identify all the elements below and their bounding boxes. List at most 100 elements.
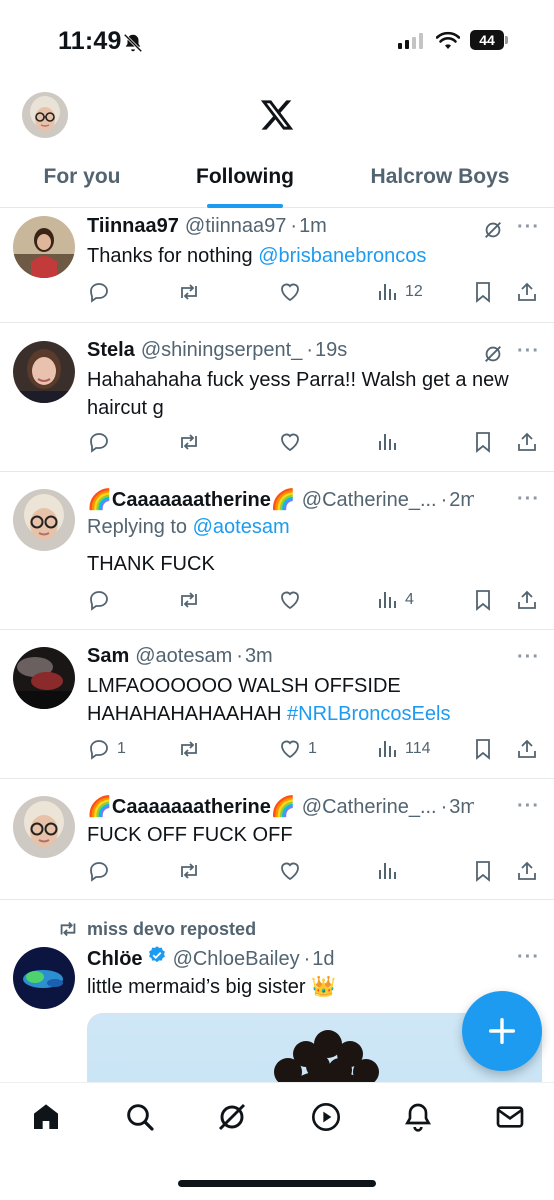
home-icon[interactable] xyxy=(30,1101,62,1133)
like-button[interactable] xyxy=(278,279,302,305)
views-button[interactable]: 114 xyxy=(375,736,431,762)
bookmark-button[interactable] xyxy=(471,429,495,455)
share-icon xyxy=(518,432,536,451)
bookmark-icon xyxy=(476,861,490,882)
reply-button[interactable] xyxy=(87,587,111,613)
display-name[interactable]: Stela xyxy=(87,339,135,362)
dot-separator: · xyxy=(290,215,298,237)
reply-button[interactable] xyxy=(87,429,111,455)
dot-separator: · xyxy=(303,948,311,970)
user-handle[interactable]: @Catherine_... xyxy=(302,489,437,512)
bookmark-button[interactable] xyxy=(471,279,495,305)
display-name[interactable]: 🌈Caaaaaaatherine🌈 xyxy=(87,487,296,512)
tweet-text: little mermaid’s big sister 👑 xyxy=(87,976,337,998)
mention-link[interactable]: @aotesam xyxy=(193,516,290,538)
avatar[interactable] xyxy=(13,341,75,403)
views-button[interactable] xyxy=(375,858,399,884)
tab-for-you[interactable]: For you xyxy=(0,154,164,208)
more-options-icon[interactable]: ··· xyxy=(517,946,540,969)
x-logo-icon[interactable] xyxy=(258,97,296,133)
user-handle[interactable]: @aotesam xyxy=(135,645,232,668)
display-name[interactable]: Sam xyxy=(87,645,129,668)
user-handle[interactable]: @ChloeBailey xyxy=(173,948,300,971)
tweet-item[interactable]: Tiinnaa97 @tiinnaa97 · 1m ··· Thanks for… xyxy=(0,208,554,323)
like-button[interactable]: 1 xyxy=(278,736,317,762)
avatar[interactable] xyxy=(13,216,75,278)
share-button[interactable] xyxy=(515,736,539,762)
like-button[interactable] xyxy=(278,429,302,455)
bookmark-button[interactable] xyxy=(471,736,495,762)
tab-label: Halcrow Boys xyxy=(370,165,510,188)
repost-label[interactable]: miss devo reposted xyxy=(87,919,256,940)
notifications-icon[interactable] xyxy=(402,1101,434,1133)
tweet-item[interactable]: 🌈Caaaaaaatherine🌈 @Catherine_... · 2m ··… xyxy=(0,472,554,630)
views-button[interactable]: 4 xyxy=(375,587,414,613)
share-button[interactable] xyxy=(515,858,539,884)
tab-halcrow-boys[interactable]: Halcrow Boys xyxy=(326,154,554,208)
tweet-item[interactable]: 🌈Caaaaaaatherine🌈 @Catherine_... · 3m ··… xyxy=(0,779,554,900)
tweet-text: THANK FUCK xyxy=(87,553,215,575)
bookmark-button[interactable] xyxy=(471,587,495,613)
more-options-icon[interactable]: ··· xyxy=(517,216,540,239)
repost-button[interactable] xyxy=(177,279,201,305)
home-indicator[interactable] xyxy=(178,1180,376,1187)
bookmark-icon xyxy=(476,432,490,453)
video-icon[interactable] xyxy=(310,1101,342,1133)
profile-avatar[interactable] xyxy=(22,92,68,138)
views-icon xyxy=(379,741,396,757)
dot-separator: · xyxy=(440,796,448,818)
repost-icon xyxy=(181,284,197,300)
share-button[interactable] xyxy=(515,279,539,305)
avatar[interactable] xyxy=(13,947,75,1009)
more-options-icon[interactable]: ··· xyxy=(517,488,540,511)
avatar[interactable] xyxy=(13,489,75,551)
avatar[interactable] xyxy=(13,796,75,858)
display-name[interactable]: 🌈Caaaaaaatherine🌈 xyxy=(87,794,296,819)
repost-button[interactable] xyxy=(177,736,201,762)
tweet-header: Sam @aotesam · 3m xyxy=(87,645,474,668)
avatar[interactable] xyxy=(13,647,75,709)
grok-icon[interactable] xyxy=(216,1101,248,1133)
plus-icon xyxy=(488,1017,516,1045)
messages-icon[interactable] xyxy=(494,1101,526,1133)
like-button[interactable] xyxy=(278,587,302,613)
grok-icon[interactable] xyxy=(482,343,504,365)
repost-button[interactable] xyxy=(177,587,201,613)
user-handle[interactable]: @tiinnaa97 xyxy=(185,215,286,238)
display-name[interactable]: Chlöe xyxy=(87,948,143,971)
grok-icon[interactable] xyxy=(482,219,504,241)
reply-button[interactable] xyxy=(87,279,111,305)
reply-button[interactable] xyxy=(87,858,111,884)
tweet-item[interactable]: Sam @aotesam · 3m ··· LMFAOOOOOO WALSH O… xyxy=(0,630,554,779)
heart-icon xyxy=(281,591,299,610)
tweet-header: Stela @shiningserpent_ · 19s xyxy=(87,339,474,362)
tweet-time: 2m xyxy=(449,489,474,511)
views-button[interactable] xyxy=(375,429,399,455)
display-name[interactable]: Tiinnaa97 xyxy=(87,215,179,238)
user-handle[interactable]: @Catherine_... xyxy=(302,796,437,819)
tweet-text: Thanks for nothing @brisbanebroncos xyxy=(87,242,534,270)
mention-link[interactable]: @brisbanebroncos xyxy=(258,245,426,267)
dot-separator: · xyxy=(306,339,313,361)
compose-button[interactable] xyxy=(462,991,542,1071)
more-options-icon[interactable]: ··· xyxy=(517,340,540,363)
reply-button[interactable]: 1 xyxy=(87,736,126,762)
share-button[interactable] xyxy=(515,587,539,613)
heart-icon xyxy=(281,740,299,759)
bookmark-button[interactable] xyxy=(471,858,495,884)
repost-button[interactable] xyxy=(177,858,201,884)
like-button[interactable] xyxy=(278,858,302,884)
user-handle[interactable]: @shiningserpent_ xyxy=(141,339,303,362)
views-icon xyxy=(379,863,396,879)
more-options-icon[interactable]: ··· xyxy=(517,795,540,818)
tweet-feed[interactable]: Tiinnaa97 @tiinnaa97 · 1m ··· Thanks for… xyxy=(0,208,554,1082)
share-button[interactable] xyxy=(515,429,539,455)
hashtag-link[interactable]: #NRLBroncosEels xyxy=(287,703,450,725)
bookmark-icon xyxy=(476,590,490,611)
tab-following[interactable]: Following xyxy=(164,154,326,208)
search-icon[interactable] xyxy=(124,1101,156,1133)
more-options-icon[interactable]: ··· xyxy=(517,646,540,669)
views-button[interactable]: 12 xyxy=(375,279,423,305)
tweet-item[interactable]: Stela @shiningserpent_ · 19s ··· Hahahah… xyxy=(0,323,554,472)
repost-button[interactable] xyxy=(177,429,201,455)
